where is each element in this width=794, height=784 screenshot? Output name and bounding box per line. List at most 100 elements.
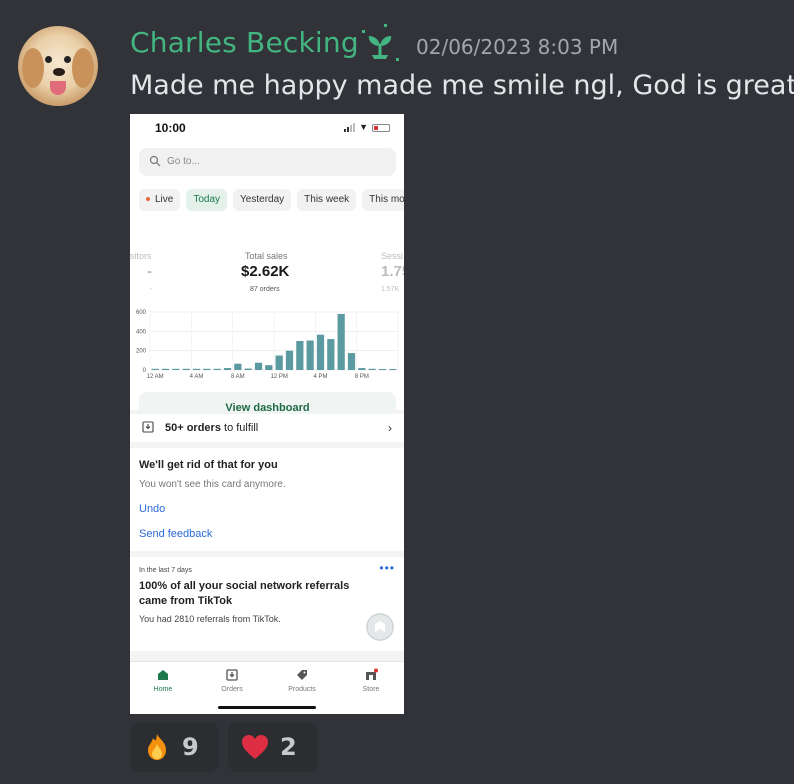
- metric-sales-label: Total sales: [245, 251, 288, 261]
- live-dot-icon: [146, 197, 150, 202]
- chart-bar: [358, 368, 366, 370]
- home-icon: [158, 670, 168, 680]
- status-time: 10:00: [155, 121, 186, 135]
- insight-title: 100% of all your social network referral…: [139, 580, 350, 607]
- tab-yesterday[interactable]: Yesterday: [233, 189, 292, 211]
- search-icon: [149, 155, 161, 167]
- dismissed-title: We'll get rid of that for you: [139, 459, 278, 471]
- analytics-card: Go to... Live Today Yesterday This week …: [130, 142, 404, 424]
- chart-bar: [316, 334, 325, 370]
- dismissed-card: We'll get rid of that for you You won't …: [130, 448, 404, 551]
- insight-body: You had 2810 referrals from TikTok.: [139, 614, 281, 624]
- hourly-sales-chart: 020040060012 AM 4 AM 8 AM 12 PM 4 PM 8 PM: [136, 310, 399, 380]
- orders-inbox-icon: [142, 421, 154, 433]
- tab-live[interactable]: Live: [139, 189, 181, 211]
- tabbar-store[interactable]: Store: [341, 668, 401, 693]
- chart-bar: [182, 368, 190, 370]
- tiktok-logo-icon: [366, 613, 394, 641]
- chart-bar: [192, 368, 201, 370]
- status-bar: 10:00 ▼: [130, 114, 404, 142]
- chart-bar: [327, 339, 335, 370]
- store-icon: [366, 668, 378, 680]
- chart-bar: [203, 368, 211, 370]
- tabbar-home[interactable]: Home: [133, 668, 193, 693]
- signal-icon: [344, 123, 356, 132]
- date-range-tabs: Live Today Yesterday This week This mo: [139, 189, 404, 211]
- chart-bar: [347, 353, 356, 370]
- orders-icon: [226, 669, 238, 681]
- metric-sessions-value: 1.75: [381, 263, 404, 280]
- insight-card[interactable]: In the last 7 days ••• 100% of all your …: [130, 557, 404, 651]
- chart-x-tick-label: 8 AM: [231, 374, 245, 380]
- chart-bar: [254, 362, 263, 370]
- chart-bar: [172, 368, 180, 370]
- fulfill-count: 50+ orders: [165, 422, 221, 434]
- reaction-heart[interactable]: 2: [228, 722, 318, 772]
- chart-bar: [275, 355, 283, 370]
- undo-link[interactable]: Undo: [139, 503, 165, 515]
- more-options-icon[interactable]: •••: [379, 561, 395, 575]
- metric-sales-value: $2.62K: [241, 263, 290, 280]
- message-author[interactable]: Charles Becking: [130, 26, 359, 59]
- tab-this-month[interactable]: This mo: [362, 189, 404, 211]
- chart-bar: [265, 365, 273, 370]
- metric-sessions-label: Sessi: [381, 251, 404, 261]
- metric-visitors-value: -: [147, 263, 152, 280]
- tab-today[interactable]: Today: [186, 189, 228, 211]
- chart-bar: [161, 368, 170, 370]
- chart-bar: [378, 369, 387, 370]
- chart-bar: [285, 350, 294, 370]
- insight-kicker: In the last 7 days: [139, 567, 192, 574]
- tabbar-products[interactable]: Products: [272, 668, 332, 693]
- reaction-count: 2: [280, 733, 297, 761]
- chart-x-tick-label: 8 PM: [355, 374, 369, 380]
- chart-bar: [306, 340, 314, 370]
- reaction-count: 9: [182, 733, 199, 761]
- status-icons: ▼: [344, 123, 390, 132]
- fire-emoji-icon: [148, 734, 166, 760]
- tabbar-orders[interactable]: Orders: [202, 668, 262, 693]
- tab-this-week[interactable]: This week: [297, 189, 357, 211]
- fulfill-rest: to fulfill: [224, 422, 259, 434]
- send-feedback-link[interactable]: Send feedback: [139, 528, 212, 540]
- tab-label: Live: [155, 194, 174, 205]
- chart-y-tick-label: 200: [136, 349, 147, 355]
- search-input[interactable]: Go to...: [139, 148, 396, 176]
- chart-bar: [234, 363, 242, 370]
- role-sprout-icon[interactable]: [360, 24, 400, 64]
- tag-icon: [297, 670, 307, 680]
- user-avatar[interactable]: [18, 26, 98, 106]
- chart-bar: [213, 368, 221, 370]
- heart-emoji-icon: [242, 735, 268, 759]
- search-placeholder: Go to...: [167, 156, 200, 167]
- avatar-ear: [72, 48, 94, 88]
- metric-sales-orders: 87 orders: [250, 286, 280, 293]
- chart-bar: [151, 368, 159, 370]
- home-indicator: [218, 706, 316, 709]
- dismissed-subtitle: You won't see this card anymore.: [139, 479, 286, 490]
- chart-bar: [337, 313, 345, 370]
- chart-bar: [223, 368, 232, 370]
- avatar-ear: [22, 48, 44, 88]
- tabbar-label: Products: [288, 686, 316, 693]
- avatar-nose: [53, 68, 65, 76]
- tabbar-label: Orders: [221, 686, 243, 693]
- fulfill-orders-row[interactable]: 50+ orders to fulfill ›: [130, 414, 404, 442]
- metric-visitors-label: sitors: [130, 251, 152, 261]
- message-text: Made me happy made me smile ngl, God is …: [130, 70, 794, 101]
- chart-y-tick-label: 600: [136, 310, 147, 316]
- chart-bar: [389, 369, 397, 370]
- chart-bar: [296, 341, 304, 370]
- attachment-screenshot[interactable]: 10:00 ▼ Go to... Live Today Yesterday Th…: [130, 114, 404, 714]
- tabbar-label: Store: [362, 686, 380, 693]
- chart-x-tick-label: 4 AM: [190, 374, 204, 380]
- chart-bar: [244, 368, 252, 370]
- wifi-icon: ▼: [359, 122, 368, 132]
- chart-x-tick-label: 12 AM: [147, 374, 164, 380]
- message-timestamp: 02/06/2023 8:03 PM: [416, 35, 619, 59]
- reaction-fire[interactable]: 9: [130, 722, 219, 772]
- chart-bar: [368, 368, 376, 370]
- avatar-tongue: [50, 81, 66, 95]
- metric-visitors-sub: -: [150, 286, 153, 293]
- metric-sessions-sub: 1.57K: [381, 286, 400, 293]
